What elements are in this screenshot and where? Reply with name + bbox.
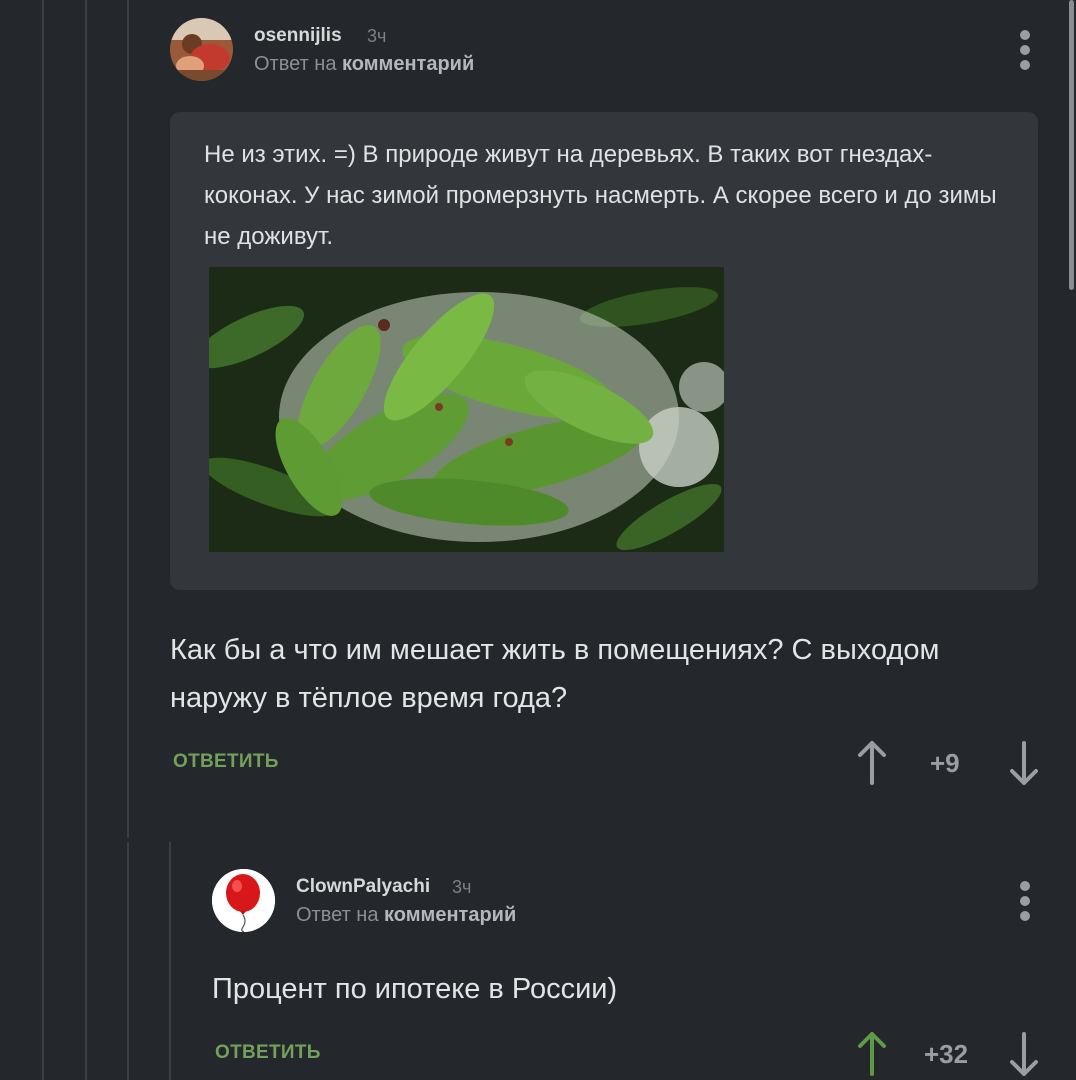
avatar[interactable] <box>212 869 275 932</box>
username[interactable]: ClownPalyachi <box>296 876 430 898</box>
comment-body: Как бы а что им мешает жить в помещениях… <box>170 634 940 714</box>
comment-body: Процент по ипотеке в России) <box>212 973 618 1005</box>
thread-line <box>169 842 171 1080</box>
more-vertical-icon[interactable] <box>1015 881 1035 927</box>
reply-to-prefix: Ответ на <box>296 904 379 926</box>
more-vertical-icon[interactable] <box>1015 30 1035 76</box>
reply-button[interactable]: ОТВЕТИТЬ <box>173 751 279 773</box>
comment-time: 3ч <box>452 877 472 897</box>
score: +32 <box>924 1039 969 1069</box>
thread-line <box>85 0 87 1080</box>
red-balloon-avatar <box>212 869 275 932</box>
leaf-nest-photo <box>209 267 724 552</box>
upvote-arrow-icon[interactable] <box>855 740 889 786</box>
score: +9 <box>930 748 960 778</box>
reply-to-prefix: Ответ на <box>254 53 337 75</box>
quoted-comment: Не из этих. =) В природе живут на деревь… <box>170 112 1038 590</box>
avatar[interactable] <box>170 18 233 81</box>
upvote-arrow-icon[interactable] <box>855 1031 889 1077</box>
ant-nest-image[interactable] <box>209 267 724 552</box>
downvote-arrow-icon[interactable] <box>1007 740 1041 786</box>
reply-to-target: комментарий <box>342 53 475 75</box>
comments-thread: osennijlis 3ч Ответ на комментарий Не из… <box>0 0 1076 1080</box>
comment-time: 3ч <box>367 26 387 46</box>
username[interactable]: osennijlis <box>254 25 342 47</box>
reply-to-link[interactable]: Ответ на комментарий <box>254 53 474 76</box>
reply-to-target: комментарий <box>384 904 517 926</box>
downvote-arrow-icon[interactable] <box>1007 1031 1041 1077</box>
thread-line <box>127 0 129 838</box>
scrollbar[interactable] <box>1069 0 1074 290</box>
reply-to-link[interactable]: Ответ на комментарий <box>296 904 516 927</box>
quote-text: Не из этих. =) В природе живут на деревь… <box>204 141 997 250</box>
thread-line <box>127 842 129 1080</box>
reply-button[interactable]: ОТВЕТИТЬ <box>215 1042 321 1064</box>
user-photo-avatar <box>170 18 233 81</box>
thread-line <box>42 0 44 1080</box>
